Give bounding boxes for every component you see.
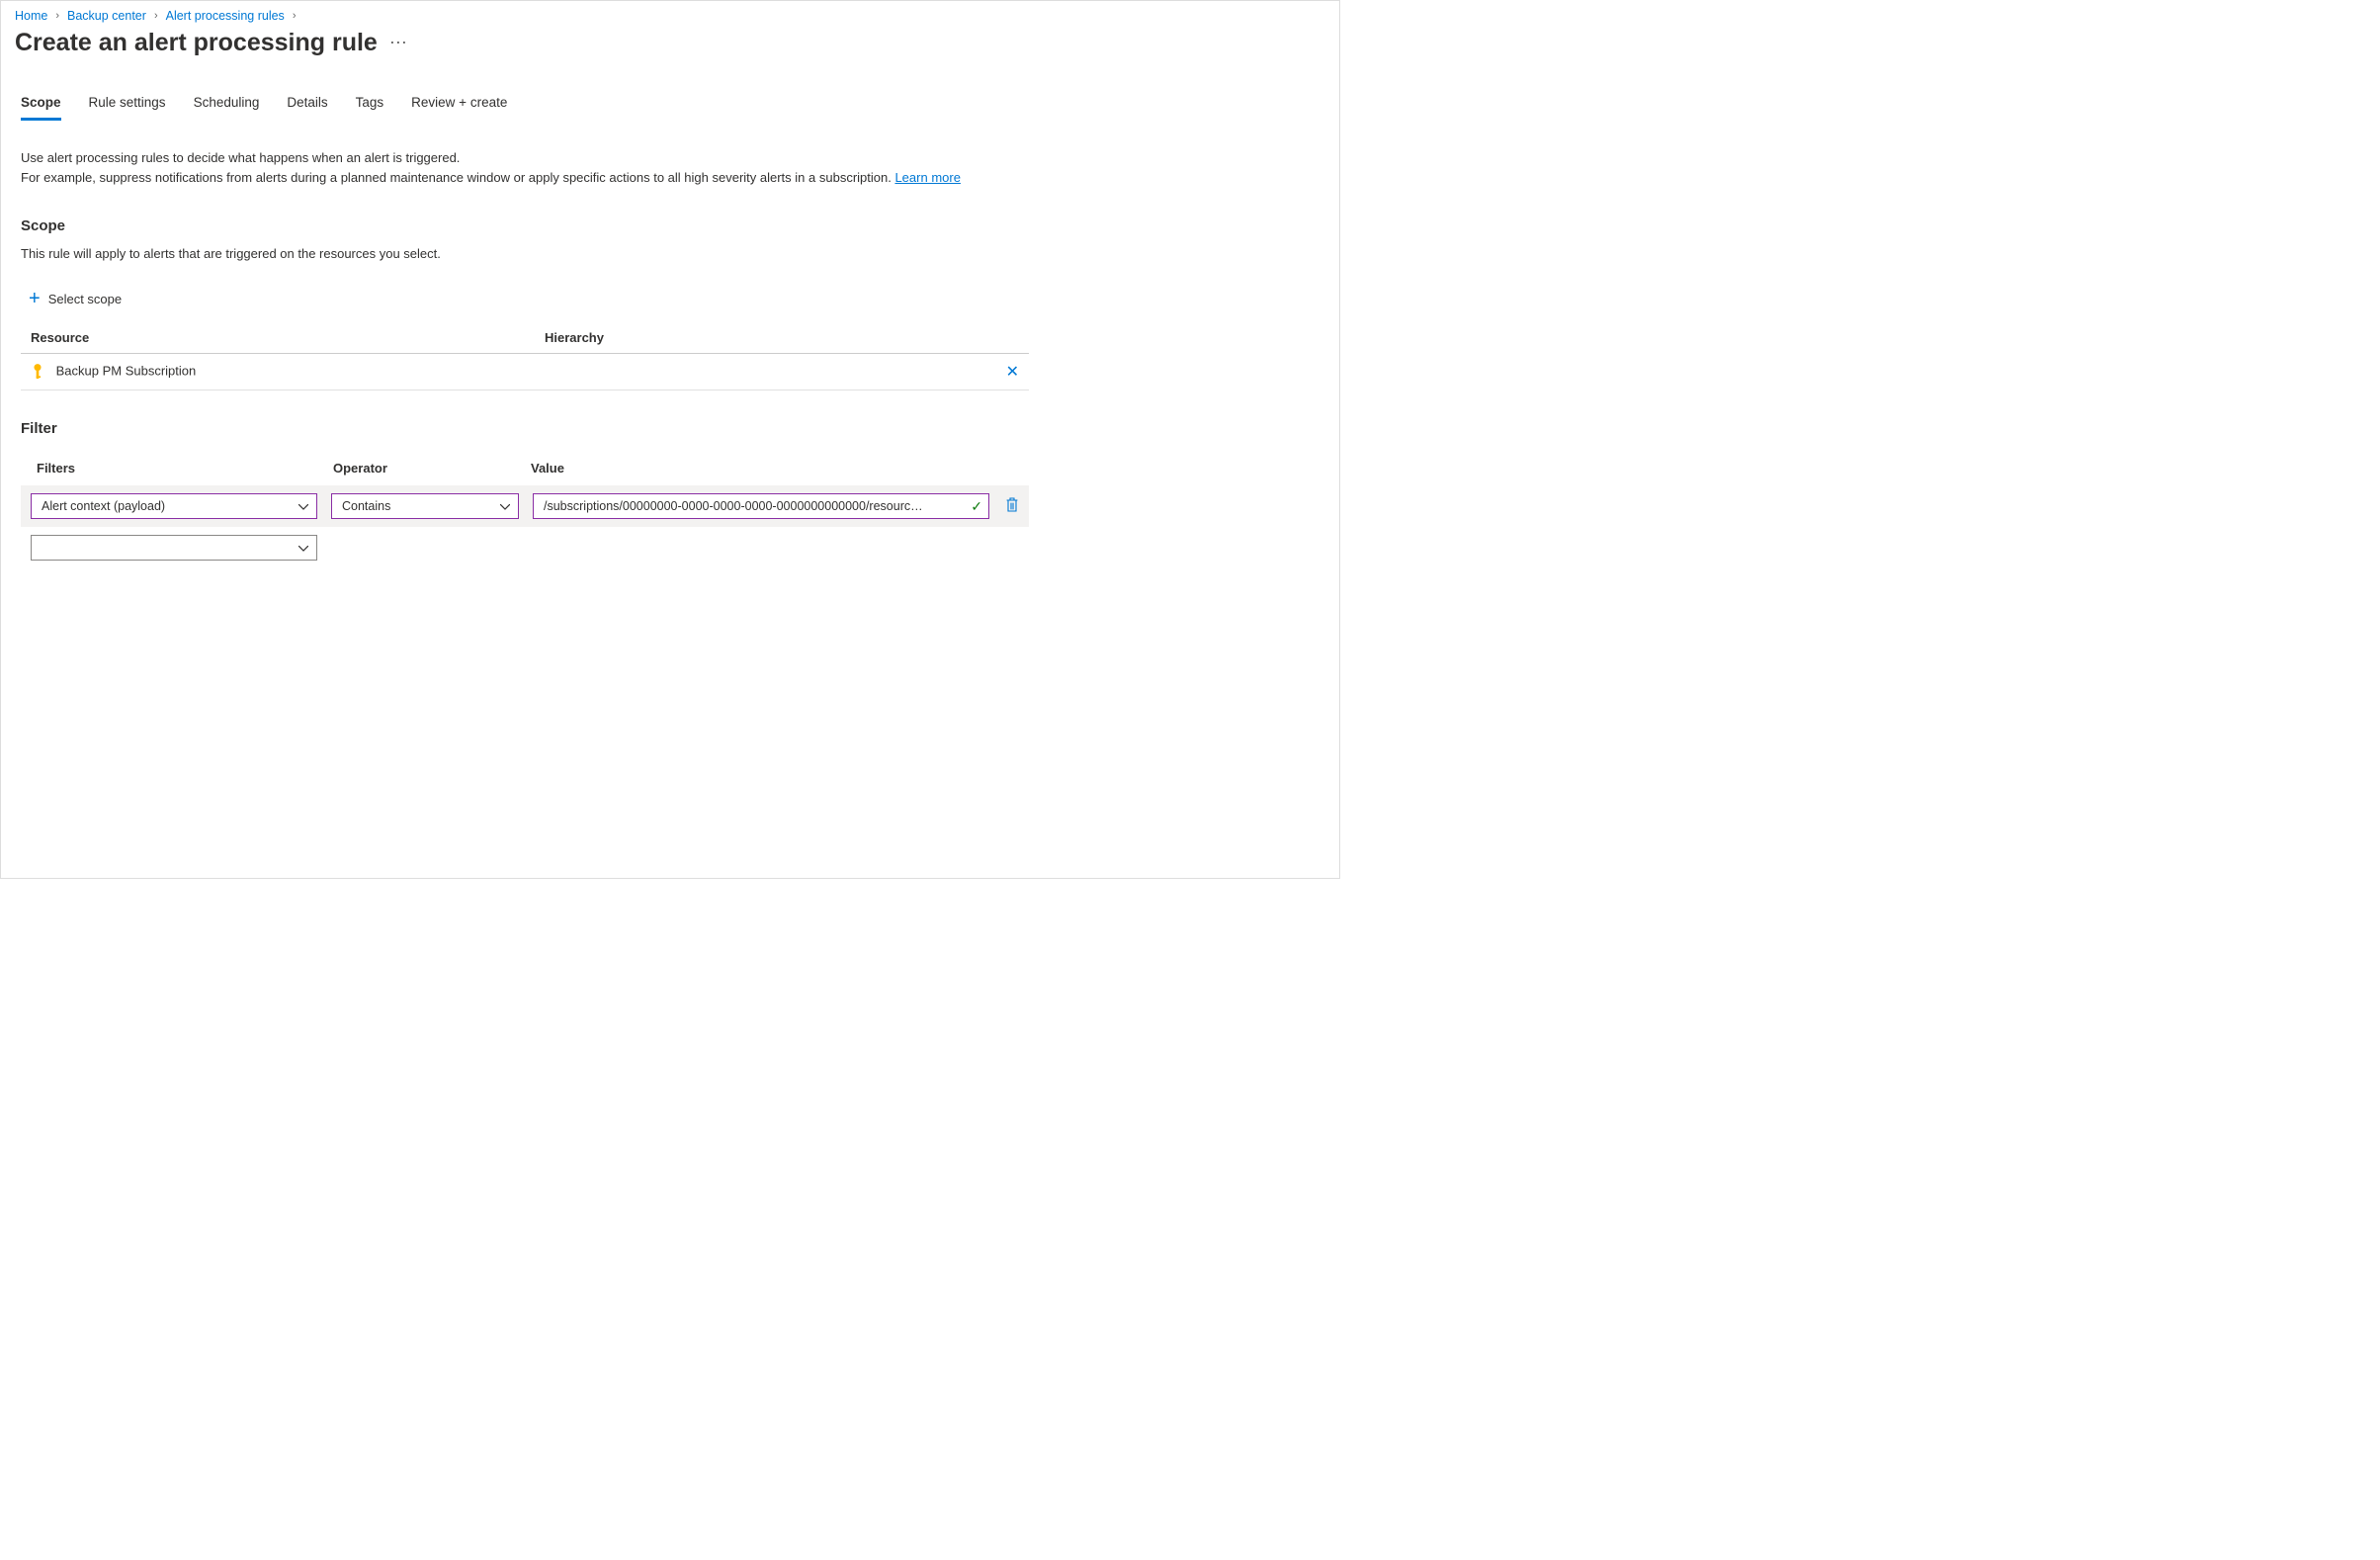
close-icon[interactable]: ✕: [1006, 364, 1019, 381]
intro-line1: Use alert processing rules to decide wha…: [21, 150, 460, 165]
page-title: Create an alert processing rule: [15, 29, 378, 57]
filters-header-filters: Filters: [37, 461, 333, 476]
col-hierarchy: Hierarchy: [535, 322, 989, 354]
filter-operator-value: Contains: [342, 499, 390, 513]
filter-value-input[interactable]: /subscriptions/00000000-0000-0000-0000-0…: [533, 493, 989, 519]
filters-header-operator: Operator: [333, 461, 531, 476]
chevron-right-icon: ›: [55, 10, 59, 22]
chevron-down-icon: [298, 499, 308, 513]
scope-table: Resource Hierarchy Backup PM Subscriptio…: [21, 322, 1029, 390]
col-resource: Resource: [21, 322, 535, 354]
breadcrumb-alert-processing-rules[interactable]: Alert processing rules: [166, 9, 285, 23]
key-icon: [31, 363, 44, 381]
tab-rule-settings[interactable]: Rule settings: [89, 95, 166, 121]
more-icon[interactable]: ⋯: [389, 33, 408, 53]
filter-add-select[interactable]: [31, 535, 317, 561]
breadcrumb: Home › Backup center › Alert processing …: [1, 1, 1339, 27]
table-row: Backup PM Subscription ✕: [21, 354, 1029, 390]
resource-name: Backup PM Subscription: [56, 364, 197, 379]
filter-value-text: /subscriptions/00000000-0000-0000-0000-0…: [544, 499, 923, 513]
chevron-right-icon: ›: [293, 10, 297, 22]
tab-scheduling[interactable]: Scheduling: [194, 95, 260, 121]
filter-row-1: Alert context (payload) Contains /subscr…: [21, 485, 1029, 527]
tabs-bar: Scope Rule settings Scheduling Details T…: [1, 67, 1339, 121]
select-scope-button[interactable]: + Select scope: [29, 289, 122, 308]
breadcrumb-home[interactable]: Home: [15, 9, 47, 23]
learn-more-link[interactable]: Learn more: [894, 170, 960, 185]
tab-review-create[interactable]: Review + create: [411, 95, 507, 121]
chevron-right-icon: ›: [154, 10, 158, 22]
select-scope-label: Select scope: [48, 292, 122, 306]
filter-operator-select[interactable]: Contains: [331, 493, 519, 519]
filter-row-2: [21, 527, 1029, 568]
breadcrumb-backup-center[interactable]: Backup center: [67, 9, 146, 23]
scope-heading: Scope: [21, 217, 1029, 234]
filters-header-value: Value: [531, 461, 1013, 476]
filter-type-select[interactable]: Alert context (payload): [31, 493, 317, 519]
chevron-down-icon: [298, 541, 308, 555]
trash-icon[interactable]: [1005, 497, 1019, 516]
plus-icon: +: [29, 289, 41, 308]
tab-details[interactable]: Details: [287, 95, 327, 121]
tab-scope[interactable]: Scope: [21, 95, 61, 121]
scope-desc: This rule will apply to alerts that are …: [21, 246, 1029, 261]
check-icon: ✓: [971, 498, 982, 515]
intro-text: Use alert processing rules to decide wha…: [21, 148, 1029, 188]
tab-tags[interactable]: Tags: [356, 95, 384, 121]
filter-type-value: Alert context (payload): [42, 499, 165, 513]
intro-line2: For example, suppress notifications from…: [21, 170, 894, 185]
filter-heading: Filter: [21, 420, 1029, 437]
chevron-down-icon: [500, 499, 510, 513]
